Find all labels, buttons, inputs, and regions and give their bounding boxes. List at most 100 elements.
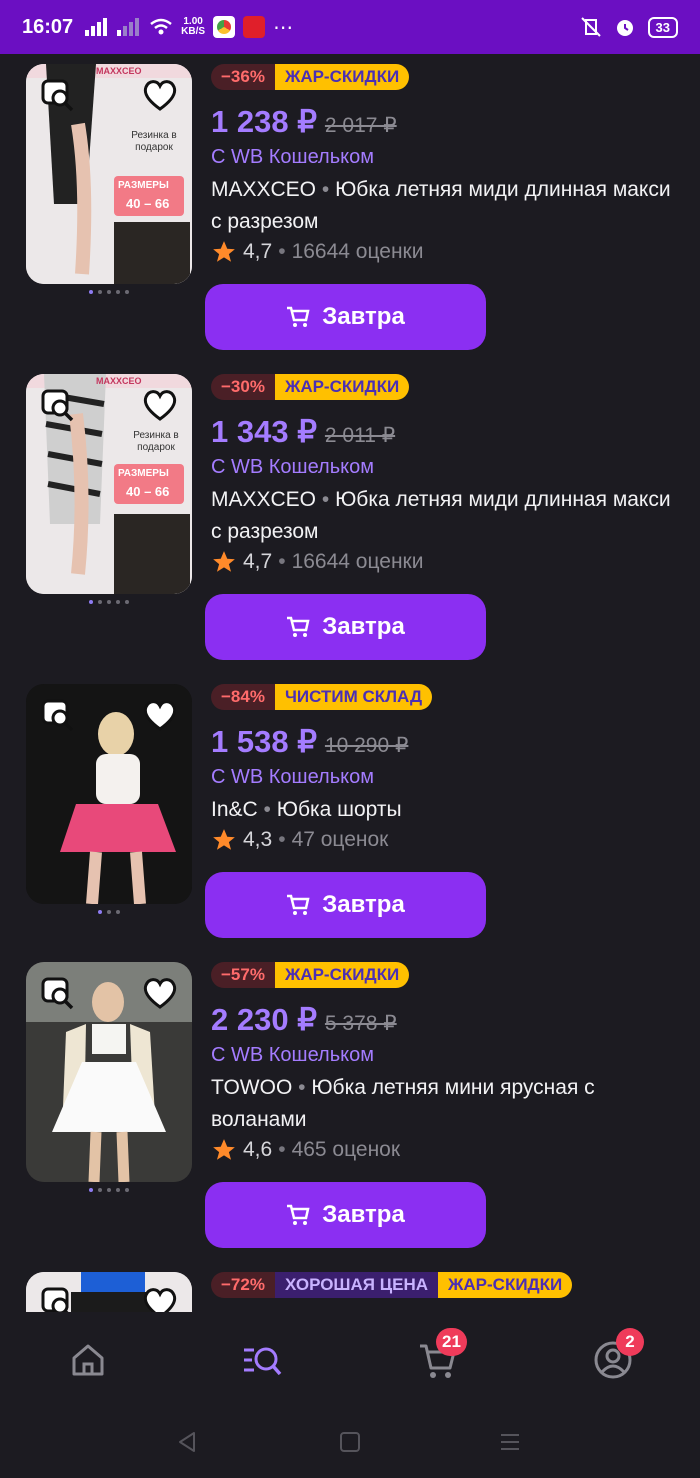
hot-sale-badge: ЖАР-СКИДКИ bbox=[274, 64, 410, 90]
old-price: 2 011 ₽ bbox=[324, 424, 396, 447]
photo-gift-text: Резинка в подарок bbox=[131, 130, 177, 153]
more-notifications-icon: ⋯ bbox=[273, 16, 294, 39]
current-price: 1 238 ₽ bbox=[211, 104, 317, 139]
heart-icon[interactable] bbox=[142, 78, 178, 112]
product-feed[interactable]: MAXXCEO Резинка в подарок РАЗМЕРЫ 40 – 6… bbox=[0, 54, 700, 1312]
hot-sale-badge: ЖАР-СКИДКИ bbox=[274, 962, 410, 988]
price-row: 1 538 ₽ 10 290 ₽ bbox=[211, 724, 408, 760]
star-icon bbox=[213, 241, 235, 262]
heart-icon[interactable] bbox=[142, 698, 178, 732]
photo-brand-text: MAXXCEO bbox=[96, 66, 142, 76]
product-card[interactable]: −57% ЖАР-СКИДКИ 2 230 ₽ 5 378 ₽ С WB Кош… bbox=[0, 952, 700, 1262]
product-card[interactable]: −84% ЧИСТИМ СКЛАД 1 538 ₽ 10 290 ₽ С WB … bbox=[0, 674, 700, 952]
product-card[interactable]: MAXXCEO Резинка в подарок РАЗМЕРЫ 40 – 6… bbox=[0, 364, 700, 674]
product-image[interactable]: MAXXCEO Резинка в подарок РАЗМЕРЫ 40 – 6… bbox=[26, 374, 192, 594]
signal-icon bbox=[85, 18, 108, 36]
signal-2-icon bbox=[117, 18, 140, 36]
reviews-count: 47 оценок bbox=[291, 828, 389, 851]
discount-badge: −84% bbox=[211, 684, 275, 710]
visual-search-icon[interactable] bbox=[40, 78, 76, 114]
home-system-icon[interactable] bbox=[338, 1430, 362, 1454]
visual-search-icon[interactable] bbox=[40, 388, 76, 424]
visual-search-icon[interactable] bbox=[40, 698, 76, 734]
image-pager bbox=[26, 910, 192, 914]
product-card[interactable]: MAXXCEO Резинка в подарок РАЗМЕРЫ 40 – 6… bbox=[0, 54, 700, 364]
product-card[interactable]: −72% ХОРОШАЯ ЦЕНА ЖАР-СКИДКИ bbox=[0, 1262, 700, 1312]
heart-icon[interactable] bbox=[142, 976, 178, 1010]
photo-brand-text: MAXXCEO bbox=[96, 376, 142, 386]
catalog-search-icon[interactable] bbox=[240, 1338, 284, 1382]
chrome-app-icon bbox=[213, 16, 236, 38]
alarm-icon bbox=[616, 20, 633, 36]
hot-sale-badge: ЖАР-СКИДКИ bbox=[274, 374, 410, 400]
visual-search-icon[interactable] bbox=[40, 976, 76, 1012]
add-to-cart-button[interactable]: Завтра bbox=[205, 872, 486, 938]
wallet-note: С WB Кошельком bbox=[211, 456, 374, 478]
home-icon[interactable] bbox=[66, 1338, 110, 1382]
good-price-badge: ХОРОШАЯ ЦЕНА bbox=[274, 1272, 439, 1298]
rating-value: 4,7 bbox=[243, 240, 273, 263]
add-to-cart-label: Завтра bbox=[322, 1201, 405, 1228]
back-icon[interactable] bbox=[176, 1430, 200, 1454]
current-price: 2 230 ₽ bbox=[211, 1002, 317, 1037]
battery-indicator: 33 bbox=[647, 16, 678, 38]
photo-gift-text: Резинка в подарок bbox=[133, 430, 179, 453]
warehouse-clearance-badge: ЧИСТИМ СКЛАД bbox=[274, 684, 433, 710]
product-title[interactable]: TOWOO • Юбка летняя мини ярусная с волан… bbox=[211, 1072, 671, 1136]
product-image[interactable]: MAXXCEO Резинка в подарок РАЗМЕРЫ 40 – 6… bbox=[26, 64, 192, 284]
price-row: 1 238 ₽ 2 017 ₽ bbox=[211, 104, 397, 140]
badge-row: −30% ЖАР-СКИДКИ bbox=[211, 374, 410, 400]
brand-name: MAXXCEO bbox=[211, 178, 317, 201]
rating-value: 4,7 bbox=[243, 550, 273, 573]
wallet-note: С WB Кошельком bbox=[211, 1044, 374, 1066]
heart-icon[interactable] bbox=[142, 388, 178, 422]
current-price: 1 343 ₽ bbox=[211, 414, 317, 449]
product-image[interactable] bbox=[26, 684, 192, 904]
add-to-cart-button[interactable]: Завтра bbox=[205, 594, 486, 660]
status-bar: 16:07 1.00 KB/S ⋯ 33 bbox=[0, 0, 700, 54]
rating-row: 4,6 • 465 оценок bbox=[211, 1137, 400, 1163]
product-title[interactable]: MAXXCEO • Юбка летняя миди длинная макси… bbox=[211, 484, 671, 548]
visual-search-icon[interactable] bbox=[40, 1286, 76, 1312]
add-to-cart-label: Завтра bbox=[322, 891, 405, 918]
star-icon bbox=[213, 1139, 235, 1160]
image-pager bbox=[26, 1188, 192, 1192]
product-title[interactable]: In&C • Юбка шорты bbox=[211, 794, 671, 826]
discount-badge: −30% bbox=[211, 374, 275, 400]
badge-row: −72% ХОРОШАЯ ЦЕНА ЖАР-СКИДКИ bbox=[211, 1272, 573, 1298]
cart-icon bbox=[287, 894, 310, 915]
status-right-icons: 33 bbox=[580, 16, 678, 38]
wallet-note: С WB Кошельком bbox=[211, 146, 374, 168]
cart-icon bbox=[287, 1204, 310, 1225]
product-image[interactable] bbox=[26, 962, 192, 1182]
brand-name: In&C bbox=[211, 798, 258, 821]
brand-name: MAXXCEO bbox=[211, 488, 317, 511]
discount-badge: −72% bbox=[211, 1272, 275, 1298]
product-title[interactable]: MAXXCEO • Юбка летняя миди длинная макси… bbox=[211, 174, 671, 238]
badge-row: −36% ЖАР-СКИДКИ bbox=[211, 64, 410, 90]
wallet-note: С WB Кошельком bbox=[211, 766, 374, 788]
photo-sizes-value: 40 – 66 bbox=[126, 196, 170, 211]
status-left-icons: 1.00 KB/S ⋯ bbox=[85, 15, 293, 40]
photo-sizes-label: РАЗМЕРЫ bbox=[118, 180, 169, 191]
discount-badge: −36% bbox=[211, 64, 275, 90]
reviews-count: 465 оценок bbox=[291, 1138, 401, 1161]
reviews-count: 16644 оценки bbox=[291, 240, 424, 263]
add-to-cart-button[interactable]: Завтра bbox=[205, 284, 486, 350]
recents-icon[interactable] bbox=[498, 1430, 522, 1454]
add-to-cart-button[interactable]: Завтра bbox=[205, 1182, 486, 1248]
product-image[interactable] bbox=[26, 1272, 192, 1312]
rating-value: 4,6 bbox=[243, 1138, 273, 1161]
badge-row: −84% ЧИСТИМ СКЛАД bbox=[211, 684, 433, 710]
hot-sale-badge: ЖАР-СКИДКИ bbox=[438, 1272, 573, 1298]
price-row: 2 230 ₽ 5 378 ₽ bbox=[211, 1002, 397, 1038]
heart-icon[interactable] bbox=[142, 1286, 178, 1312]
old-price: 5 378 ₽ bbox=[324, 1012, 397, 1035]
cart-icon bbox=[287, 306, 310, 327]
rating-row: 4,7 • 16644 оценки bbox=[211, 549, 423, 575]
network-speed: 1.00 KB/S bbox=[181, 16, 206, 37]
wifi-icon bbox=[150, 18, 172, 35]
product-name: Юбка шорты bbox=[276, 798, 402, 821]
photo-sizes-value: 40 – 66 bbox=[126, 484, 170, 499]
star-icon bbox=[213, 551, 235, 572]
